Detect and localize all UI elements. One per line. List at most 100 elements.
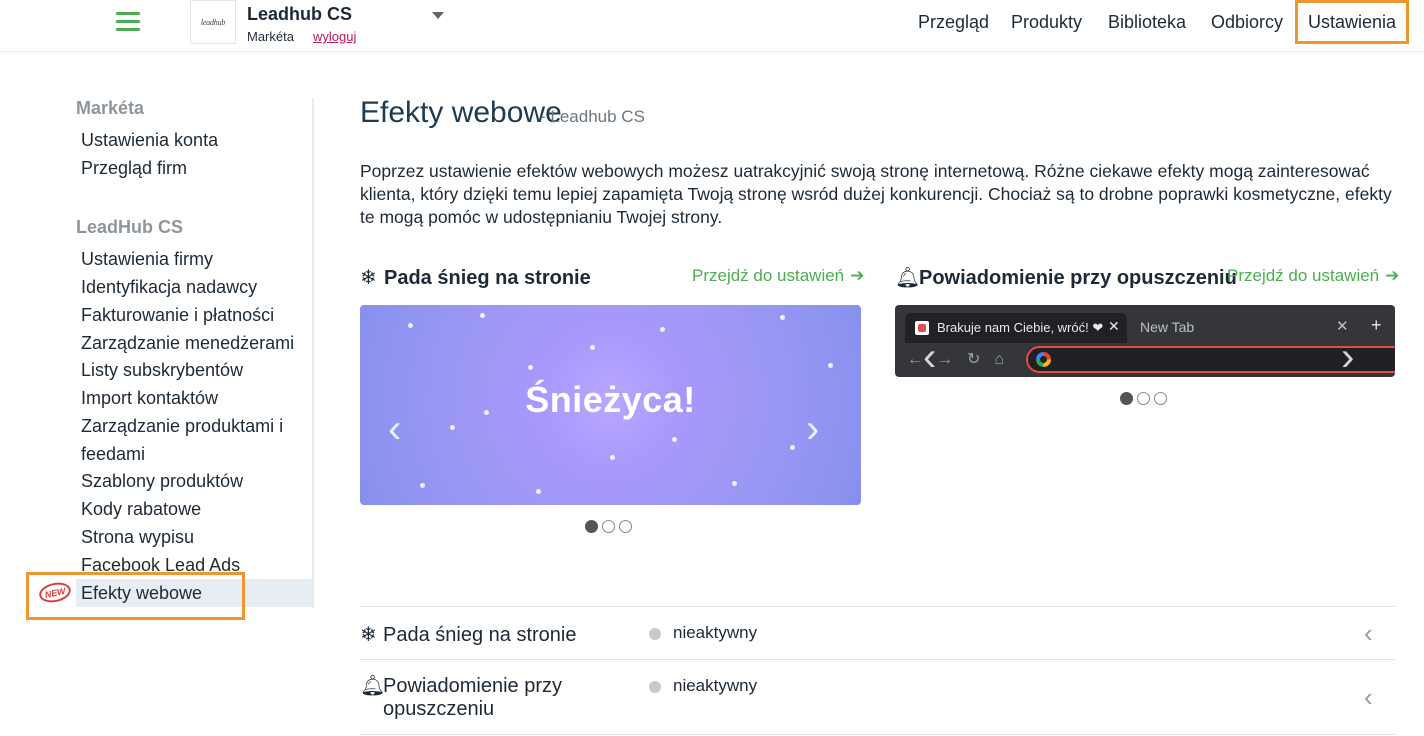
nav-ustawienia[interactable]: Ustawienia	[1295, 0, 1410, 44]
reload-icon: ↻	[967, 351, 981, 368]
snowflake-dot	[660, 327, 665, 332]
sidebar-item-identyfikacja-nadawcy[interactable]: Identyfikacja nadawcy	[81, 277, 257, 298]
carousel-dot[interactable]	[619, 520, 632, 533]
hamburger-menu-icon[interactable]	[116, 12, 140, 32]
snowflake-dot	[420, 483, 425, 488]
sidebar-item-zarzadzanie-produktami-line2[interactable]: feedami	[81, 444, 145, 465]
carousel-dot[interactable]	[1137, 392, 1150, 405]
logout-link[interactable]: wyloguj	[313, 29, 356, 44]
effect-row-snow-title[interactable]: ❄ Pada śnieg na stronie	[360, 622, 576, 647]
snow-carousel-dots	[585, 520, 632, 533]
company-dropdown-icon[interactable]	[432, 12, 444, 19]
row-divider	[360, 606, 1395, 607]
snowflake-dot	[408, 323, 413, 328]
snowflake-dot	[790, 445, 795, 450]
effect-row-notification-title[interactable]: 🔔︎Powiadomienie przy opuszczeniu	[360, 675, 562, 721]
back-arrow-icon: ←	[907, 351, 923, 368]
close-icon: ✕	[1108, 318, 1120, 334]
effect-row-notification-status: nieaktywny	[673, 676, 758, 695]
chevron-left-icon[interactable]: ‹	[1364, 684, 1373, 710]
snowflake-dot	[480, 313, 485, 318]
bell-icon: 🔔︎	[895, 267, 921, 289]
snowflake-dot	[610, 455, 615, 460]
chevron-left-icon[interactable]: ‹	[388, 409, 401, 449]
card-notification-settings-link-text: Przejdź do ustawień	[1227, 266, 1380, 285]
chevron-right-icon[interactable]: ›	[1341, 337, 1354, 377]
top-bar: leadhub Leadhub CS Markéta wyloguj Przeg…	[0, 0, 1424, 52]
sidebar-item-fakturowanie[interactable]: Fakturowanie i płatności	[81, 305, 274, 326]
sidebar-item-zarzadzanie-menedzerami[interactable]: Zarządzanie menedżerami	[81, 333, 294, 354]
sidebar-item-zarzadzanie-produktami[interactable]: Zarządzanie produktami i	[81, 416, 283, 437]
snow-preview-text: Śnieżyca!	[525, 379, 696, 420]
address-bar	[1026, 346, 1395, 373]
page-title: Efekty webowe	[360, 96, 562, 129]
favicon-icon	[915, 321, 929, 335]
effect-row-snow-name: Pada śnieg na stronie	[383, 624, 577, 646]
card-snow-settings-link-text: Przejdź do ustawień	[692, 266, 845, 285]
snowflake-dot	[672, 437, 677, 442]
arrow-right-icon: ➔	[850, 266, 865, 285]
sidebar-group-user: Markéta	[76, 98, 145, 118]
page-subtitle: - Leadhub CS	[540, 107, 645, 126]
carousel-dot[interactable]	[585, 520, 598, 533]
arrow-right-icon: ➔	[1385, 266, 1400, 285]
row-divider	[360, 659, 1395, 660]
chevron-left-icon[interactable]: ‹	[923, 337, 936, 377]
company-name: Leadhub CS	[247, 4, 353, 24]
close-icon: ✕	[1336, 318, 1349, 335]
logo-text: leadhub	[200, 17, 226, 27]
sidebar-item-strona-wypisu[interactable]: Strona wypisu	[81, 527, 194, 548]
sidebar-divider	[312, 98, 314, 608]
card-notification-title-text: Powiadomienie przy opuszczeniu	[919, 267, 1237, 289]
sidebar-item-ustawienia-firmy[interactable]: Ustawienia firmy	[81, 249, 213, 270]
card-notification-settings-link[interactable]: Przejdź do ustawień ➔	[1227, 266, 1399, 286]
snowflake-dot	[590, 345, 595, 350]
plus-icon: +	[1371, 315, 1382, 335]
snowflake-dot	[780, 315, 785, 320]
chevron-left-icon[interactable]: ‹	[1364, 620, 1373, 646]
sidebar-highlight-frame	[26, 572, 245, 620]
card-snow-title-text: Pada śnieg na stronie	[384, 267, 591, 289]
sidebar-item-szablony-produktow[interactable]: Szablony produktów	[81, 471, 243, 492]
nav-produkty[interactable]: Produkty	[1011, 0, 1082, 44]
bell-icon: 🔔︎	[360, 675, 386, 697]
nav-odbiorcy[interactable]: Odbiorcy	[1211, 0, 1283, 44]
browser-tab: Brakuje nam Ciebie, wróć! ❤ ✕	[905, 313, 1127, 343]
browser-tab-text: Brakuje nam Ciebie, wróć! ❤	[937, 320, 1104, 335]
sidebar-item-przeglad-firm[interactable]: Przegląd firm	[81, 158, 187, 179]
status-indicator	[649, 681, 661, 693]
nav-biblioteka[interactable]: Biblioteka	[1108, 0, 1186, 44]
snowflake-dot	[732, 481, 737, 486]
sidebar-item-listy-subskrybentow[interactable]: Listy subskrybentów	[81, 360, 243, 381]
card-snow-title: ❄ Pada śnieg na stronie	[360, 265, 591, 290]
company-logo: leadhub	[190, 0, 236, 44]
snowflake-dot	[450, 425, 455, 430]
card-notification-title: 🔔︎Powiadomienie przy opuszczeniu	[895, 265, 1237, 290]
notification-preview-carousel: Brakuje nam Ciebie, wróć! ❤ ✕ New Tab ✕ …	[895, 305, 1395, 377]
new-tab-label: New Tab	[1140, 319, 1195, 335]
carousel-dot[interactable]	[602, 520, 615, 533]
google-icon	[1036, 352, 1051, 367]
snow-preview-carousel: Śnieżyca! ‹ ›	[360, 305, 861, 505]
nav-przeglad[interactable]: Przegląd	[918, 0, 989, 44]
snowflake-dot	[528, 365, 533, 370]
card-snow-settings-link[interactable]: Przejdź do ustawień ➔	[692, 266, 864, 286]
snowflake-icon: ❄	[360, 624, 377, 646]
forward-arrow-icon: →	[937, 351, 953, 368]
page-description: Poprzez ustawienie efektów webowych może…	[360, 161, 1392, 227]
carousel-dot[interactable]	[1120, 392, 1133, 405]
home-icon: ⌂	[994, 351, 1005, 368]
effect-row-snow-status: nieaktywny	[673, 623, 758, 642]
status-indicator	[649, 628, 661, 640]
row-divider	[360, 734, 1395, 735]
sidebar-item-ustawienia-konta[interactable]: Ustawienia konta	[81, 130, 218, 151]
snowflake-icon: ❄	[360, 267, 377, 289]
chevron-right-icon[interactable]: ›	[806, 409, 819, 449]
effect-row-notification-name-line1: Powiadomienie przy	[383, 675, 562, 697]
snowflake-dot	[828, 363, 833, 368]
sidebar-item-import-kontaktow[interactable]: Import kontaktów	[81, 388, 218, 409]
carousel-dot[interactable]	[1154, 392, 1167, 405]
user-name: Markéta	[247, 29, 294, 44]
effect-row-notification-name-line2: opuszczeniu	[383, 698, 495, 720]
sidebar-item-kody-rabatowe[interactable]: Kody rabatowe	[81, 499, 201, 520]
